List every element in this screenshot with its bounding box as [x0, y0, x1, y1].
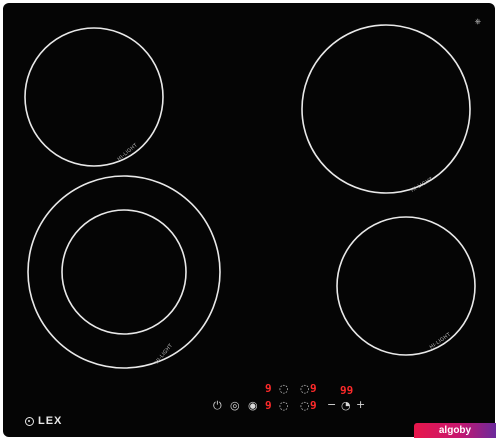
zone-top-left [24, 27, 164, 167]
watermark-badge: algoby [414, 423, 496, 438]
zone-4-display: 9 [310, 399, 317, 412]
brand-name: LEX [38, 415, 63, 427]
cooktop-surface: HI-LIGHT HI-LIGHT HI-LIGHT HI-LIGHT ⎈ 9 … [3, 3, 495, 437]
zone-bottom-left-inner [61, 209, 187, 335]
timer-display: 99 [340, 384, 354, 397]
minus-button[interactable]: − [327, 398, 336, 411]
zone-1-display: 9 [265, 382, 272, 395]
zone-3-display: 9 [265, 399, 272, 412]
zone-bottom-right [336, 216, 476, 356]
zone-3-select-icon[interactable]: ◌ [279, 399, 289, 412]
zone-1-select-icon[interactable]: ◌ [279, 382, 289, 395]
sensor-icon: ⎈ [474, 17, 481, 26]
zone-top-right [301, 24, 471, 194]
zone-bottom-left-label: HI-LIGHT [154, 342, 175, 365]
boost-icon[interactable]: ◉ [248, 399, 258, 412]
plus-button[interactable]: + [356, 398, 365, 411]
brand-logo: LEX [25, 415, 62, 427]
zone-bottom-right-label: HI-LIGHT [429, 331, 453, 350]
zone-2-select-icon[interactable]: ◌ [300, 382, 310, 395]
power-icon[interactable]: ⏻ [213, 399, 222, 413]
lock-icon[interactable]: ◎ [230, 399, 240, 412]
cooking-zones: HI-LIGHT HI-LIGHT HI-LIGHT HI-LIGHT [24, 24, 476, 369]
timer-icon[interactable]: ◔ [341, 399, 351, 412]
zone-2-display: 9 [310, 382, 317, 395]
brand-mark-icon [25, 416, 34, 426]
zone-bottom-left-outer [27, 175, 221, 369]
zone-4-select-icon[interactable]: ◌ [300, 399, 310, 412]
zone-top-right-label: HI-LIGHT [410, 176, 435, 194]
